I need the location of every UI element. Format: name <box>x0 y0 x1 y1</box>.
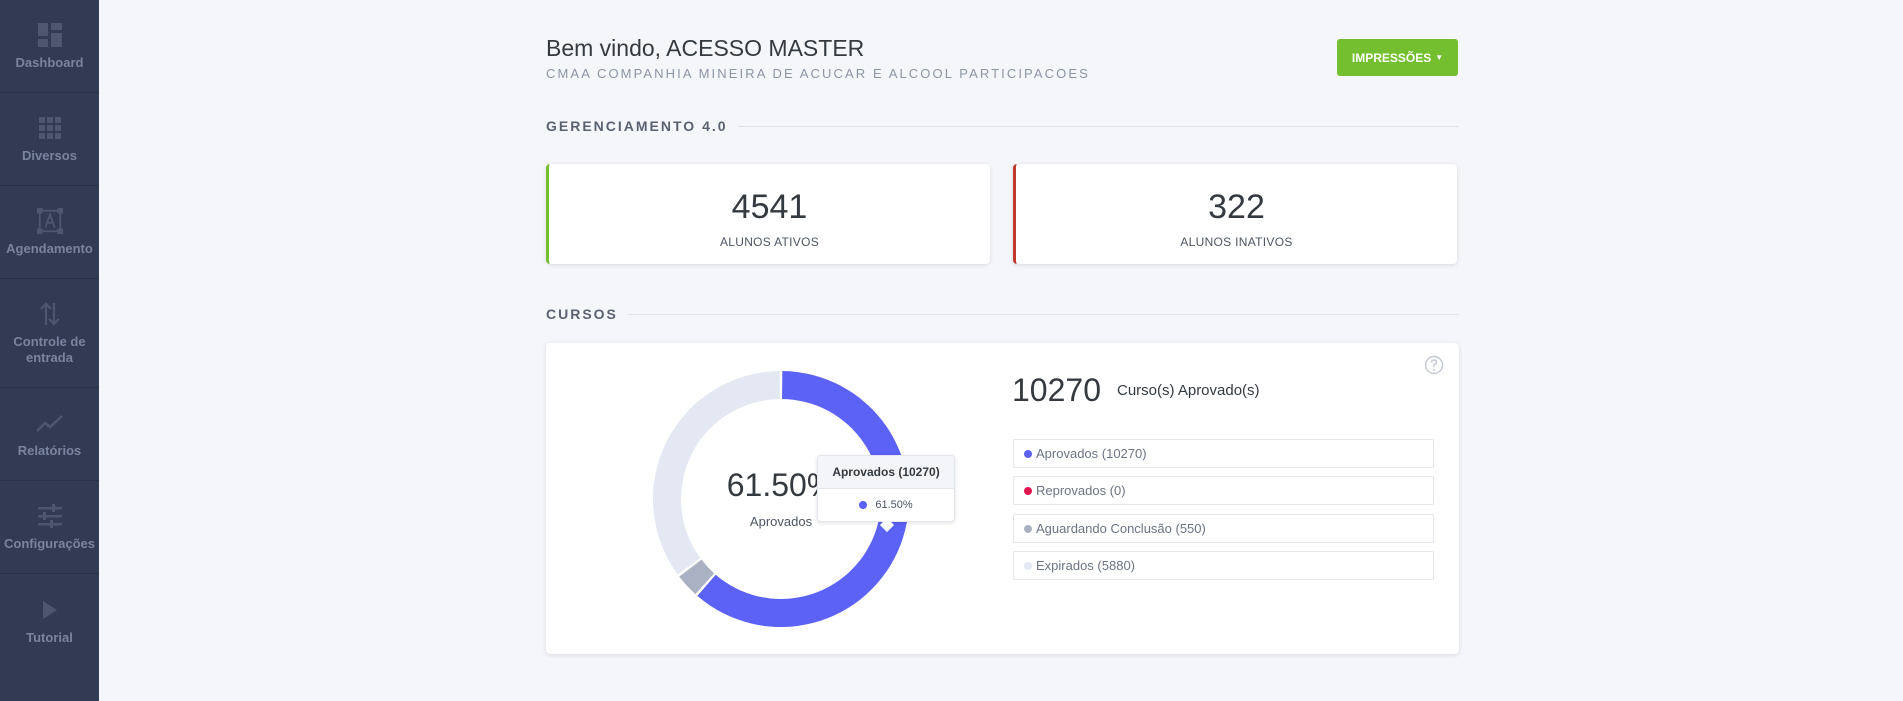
active-students-value: 4541 <box>731 188 808 226</box>
font-frame-icon <box>36 207 64 235</box>
section-title-text: CURSOS <box>546 306 618 322</box>
tooltip-value: 61.50% <box>875 499 913 511</box>
chart-tooltip: Aprovados (10270) 61.50% <box>817 455 955 522</box>
divider <box>627 313 1459 315</box>
sidebar-item-dashboard[interactable]: Dashboard <box>0 0 99 93</box>
sidebar-item-label: Diversos <box>22 148 77 163</box>
legend-dot <box>1024 524 1032 533</box>
inactive-students-value: 322 <box>1208 188 1265 226</box>
sliders-icon <box>36 502 64 530</box>
sidebar-item-relatorios[interactable]: Relatórios <box>0 388 99 481</box>
inactive-students-label: ALUNOS INATIVOS <box>1180 235 1293 249</box>
legend-label: Aprovados (10270) <box>1036 446 1147 461</box>
legend-item-expirados[interactable]: Expirados (5880) <box>1013 551 1434 580</box>
divider <box>737 125 1459 127</box>
sidebar-item-configuracoes[interactable]: Configurações <box>0 481 99 574</box>
dashboard-icon <box>36 21 64 49</box>
trending-up-icon <box>35 409 64 437</box>
section-title-management: GERENCIAMENTO 4.0 <box>546 118 1459 134</box>
sidebar-item-label: Relatórios <box>17 443 82 458</box>
play-icon <box>36 596 64 624</box>
impressoes-button-label: IMPRESSÕES <box>1351 50 1432 65</box>
swap-vertical-icon <box>36 300 64 328</box>
tooltip-dot <box>859 501 868 509</box>
page-title: Bem vindo, ACESSO MASTER <box>546 35 865 61</box>
legend-dot <box>1024 561 1032 570</box>
caret-down-icon: ▼ <box>1435 53 1444 62</box>
sidebar-item-label: Tutorial <box>26 629 73 645</box>
company-name: CMAA COMPANHIA MINEIRA DE ACUCAR E ALCOO… <box>546 66 1090 81</box>
approved-total-value: 10270 <box>1012 372 1101 408</box>
impressoes-button[interactable]: IMPRESSÕES ▼ <box>1337 39 1458 76</box>
sidebar-item-controle-de-entrada[interactable]: Controle de entrada <box>0 279 99 388</box>
sidebar-item-tutorial[interactable]: Tutorial <box>0 574 99 667</box>
section-title-text: GERENCIAMENTO 4.0 <box>546 118 728 134</box>
legend-dot <box>1024 449 1032 458</box>
legend-item-aprovados[interactable]: Aprovados (10270) <box>1013 439 1434 468</box>
tooltip-title: Aprovados (10270) <box>818 456 954 489</box>
legend-item-reprovados[interactable]: Reprovados (0) <box>1013 476 1434 505</box>
active-students-card: 4541 ALUNOS ATIVOS <box>546 164 990 264</box>
tooltip-body: 61.50% <box>818 489 954 521</box>
approved-total-label: Curso(s) Aprovado(s) <box>1117 382 1260 399</box>
legend-label: Expirados (5880) <box>1036 558 1135 573</box>
section-title-courses: CURSOS <box>546 306 1459 322</box>
sidebar-item-label: Dashboard <box>15 55 84 70</box>
active-students-label: ALUNOS ATIVOS <box>719 235 820 249</box>
sidebar-item-label: Configurações <box>3 536 95 551</box>
legend-item-aguardando-conclusao[interactable]: Aguardando Conclusão (550) <box>1013 514 1434 543</box>
sidebar-item-agendamento[interactable]: Agendamento <box>0 186 99 279</box>
sidebar: Dashboard Diversos Agendamento Controle … <box>0 0 99 701</box>
legend-label: Aguardando Conclusão (550) <box>1036 521 1206 536</box>
legend-dot <box>1024 486 1032 495</box>
sidebar-item-label: Controle de entrada <box>13 334 86 365</box>
help-icon[interactable] <box>1424 355 1444 375</box>
sidebar-item-label: Agendamento <box>6 241 93 256</box>
legend-label: Reprovados (0) <box>1036 483 1126 498</box>
sidebar-item-diversos[interactable]: Diversos <box>0 93 99 186</box>
inactive-students-card: 322 ALUNOS INATIVOS <box>1013 164 1457 264</box>
grid-icon <box>36 114 64 142</box>
